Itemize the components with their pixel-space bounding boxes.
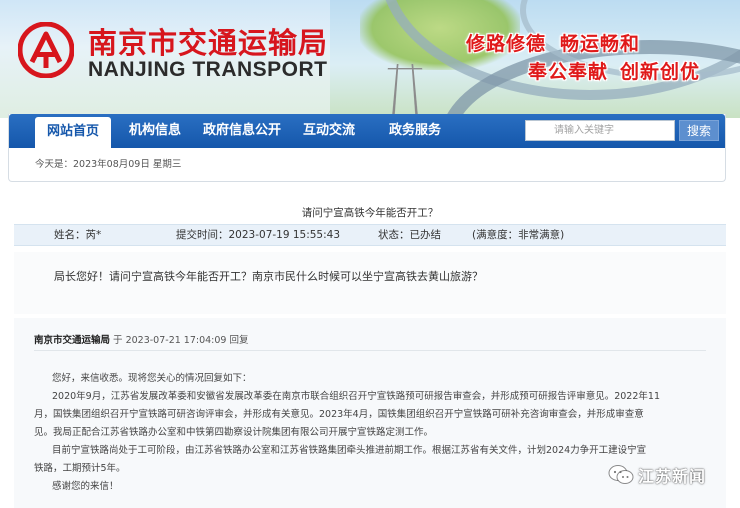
letter-name: 姓名：芮* [54,229,102,241]
letter-submit-time: 提交时间：2023-07-19 15:55:43 [176,229,341,241]
slogan: 修路修德 [466,33,547,55]
today-date: 今天是：2023年08月09日 星期三 [35,159,182,170]
letter-question: 局长您好！请问宁宣高铁今年能否开工？南京市民什么时候可以坐宁宣高铁去黄山旅游？ [54,270,483,283]
search-button[interactable]: 搜索 [679,120,719,141]
main-nav: 网站首页 机构信息 政府信息公开 互动交流 政务服务 搜索 [9,114,725,148]
letter-question-box: 局长您好！请问宁宣高铁今年能否开工？南京市民什么时候可以坐宁宣高铁去黄山旅游？ [14,252,726,314]
nav-item-services[interactable]: 政务服务 [389,114,441,148]
reply-line: 目前宁宣铁路尚处于工可阶段，由江苏省铁路办公室和江苏省铁路集团牵头推进前期工作。… [52,445,647,456]
transport-logo-icon[interactable] [18,22,74,78]
header-banner: 南京市交通运输局 NANJING TRANSPORT 修路修德 畅运畅和 奉公奉… [0,0,740,118]
nav-item-home[interactable]: 网站首页 [35,117,112,148]
letter-status: 状态：已办结 [378,229,441,241]
nav-panel: 网站首页 机构信息 政府信息公开 互动交流 政务服务 搜索 今天是：2023年0… [8,114,726,182]
watermark: 江苏新闻 [608,460,706,490]
slogan: 创新创优 [620,61,701,83]
site-name-cn: 南京市交通运输局 [88,26,329,60]
watermark-text: 江苏新闻 [638,467,707,486]
reply-line: 见。我局正配合江苏省铁路办公室和中铁第四勘察设计院集团有限公司开展宁宣铁路定测工… [34,427,434,438]
reply-line: 您好，来信收悉。现将您关心的情况回复如下： [52,373,252,384]
nav-item-interaction[interactable]: 互动交流 [303,114,355,148]
reply-line: 月，国铁集团组织召开宁宣铁路可研咨询评审会，并形成有关意见。2023年4月，国铁… [34,409,644,420]
reply-header: 南京市交通运输局 于 2023-07-21 17:04:09 回复 [34,332,248,346]
reply-line: 铁路，工期预计5年。 [34,463,126,474]
letter-title: 请问宁宣高铁今年能否开工？ [301,207,439,219]
letter-satisfaction: (满意度：非常满意) [472,229,565,241]
reply-line: 感谢您的来信！ [52,481,119,492]
reply-meta: 于 2023-07-21 17:04:09 回复 [113,335,249,346]
letter-info-bar: 姓名：芮* 提交时间：2023-07-19 15:55:43 状态：已办结 (满… [14,224,726,246]
search-input[interactable] [525,120,675,141]
reply-line: 2020年9月，江苏省发展改革委和安徽省发展改革委在南京市联合组织召开宁宣铁路预… [52,391,660,402]
reply-department: 南京市交通运输局 [34,335,111,346]
slogan: 奉公奉献 [528,61,609,83]
divider [34,350,706,351]
slogan: 畅运畅和 [560,33,641,55]
wechat-icon [608,465,634,484]
nav-item-gov-info[interactable]: 政府信息公开 [203,114,281,148]
site-name-en: NANJING TRANSPORT [88,58,328,81]
nav-item-organization[interactable]: 机构信息 [129,114,181,148]
